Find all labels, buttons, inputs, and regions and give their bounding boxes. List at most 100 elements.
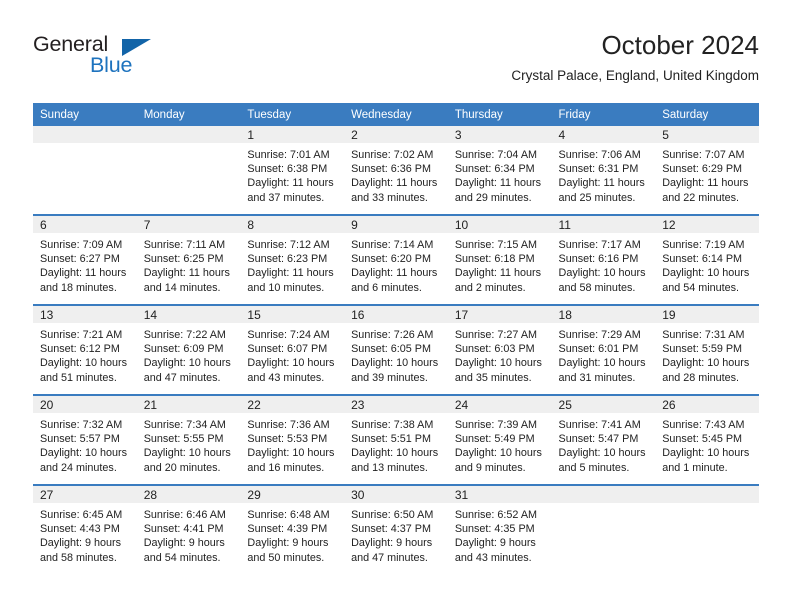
day-cell-inner: 1 Sunrise: 7:01 AM Sunset: 6:38 PM Daylight… — [240, 126, 345, 214]
sunset-text: Sunset: 6:12 PM — [40, 343, 120, 356]
day-cell-details: Sunrise: 7:12 AM Sunset: 6:23 PM Daylight:… — [240, 233, 344, 295]
day-cell-details: Sunrise: 7:14 AM Sunset: 6:20 PM Daylight:… — [344, 233, 448, 295]
sunset-text: Sunset: 6:27 PM — [40, 253, 120, 266]
calendar-day-cell[interactable]: 17 Sunrise: 7:27 AM Sunset: 6:03 PM Dayligh… — [447, 304, 552, 395]
calendar-week-row: 20 Sunrise: 7:32 AM Sunset: 5:57 PM Dayligh… — [33, 394, 759, 485]
day-cell-inner — [136, 126, 241, 214]
calendar-day-cell[interactable]: 19 Sunrise: 7:31 AM Sunset: 5:59 PM Dayligh… — [655, 304, 759, 395]
day-cell-details: Sunrise: 7:29 AM Sunset: 6:01 PM Daylight:… — [552, 323, 656, 385]
daylight-text-line2: and 58 minutes. — [558, 281, 636, 294]
title-block: October 2024 Crystal Palace, England, Un… — [511, 30, 759, 84]
calendar-day-cell[interactable]: 4 Sunrise: 7:06 AM Sunset: 6:31 PM Daylight… — [551, 126, 656, 215]
sunrise-text: Sunrise: 7:34 AM — [143, 419, 226, 431]
calendar-day-cell[interactable]: 8 Sunrise: 7:12 AM Sunset: 6:23 PM Daylight… — [240, 214, 345, 305]
day-cell-inner: 21 Sunrise: 7:34 AM Sunset: 5:55 PM Dayligh… — [136, 396, 241, 484]
calendar-day-cell[interactable]: 1 Sunrise: 7:01 AM Sunset: 6:38 PM Daylight… — [240, 126, 345, 215]
calendar-week-row: 1 Sunrise: 7:01 AM Sunset: 6:38 PM Daylight… — [33, 126, 759, 215]
daylight-text-line2: and 33 minutes. — [351, 191, 428, 204]
daylight-text-line1: Daylight: 10 hours — [662, 267, 750, 280]
weekday-header-saturday: Saturday — [655, 103, 759, 126]
daylight-text-line2: and 54 minutes. — [143, 551, 221, 564]
daylight-text-line1: Daylight: 10 hours — [558, 267, 646, 280]
day-cell-inner: 3 Sunrise: 7:04 AM Sunset: 6:34 PM Daylight… — [447, 126, 552, 214]
day-number: 12 — [655, 216, 759, 233]
calendar-day-cell[interactable]: 7 Sunrise: 7:11 AM Sunset: 6:25 PM Daylight… — [136, 214, 241, 305]
sunset-text: Sunset: 6:29 PM — [662, 163, 743, 176]
calendar-day-cell[interactable]: 31 Sunrise: 6:52 AM Sunset: 4:35 PM Dayligh… — [447, 484, 552, 574]
day-cell-inner: 26 Sunrise: 7:43 AM Sunset: 5:45 PM Dayligh… — [655, 396, 759, 484]
sunset-text: Sunset: 6:01 PM — [558, 343, 639, 356]
day-number: 23 — [344, 396, 448, 413]
weekday-header-tuesday: Tuesday — [240, 103, 345, 126]
daylight-text-line2: and 5 minutes. — [558, 461, 630, 474]
calendar-day-cell[interactable]: 18 Sunrise: 7:29 AM Sunset: 6:01 PM Dayligh… — [551, 304, 656, 395]
calendar-week-row: 27 Sunrise: 6:45 AM Sunset: 4:43 PM Dayligh… — [33, 484, 759, 574]
day-number: 17 — [447, 306, 552, 323]
sunset-text: Sunset: 6:03 PM — [454, 343, 535, 356]
daylight-text-line1: Daylight: 11 hours — [558, 177, 645, 190]
calendar-day-cell[interactable]: 20 Sunrise: 7:32 AM Sunset: 5:57 PM Dayligh… — [33, 394, 137, 485]
calendar-day-cell[interactable]: 13 Sunrise: 7:21 AM Sunset: 6:12 PM Dayligh… — [33, 304, 137, 395]
calendar-day-cell[interactable]: 26 Sunrise: 7:43 AM Sunset: 5:45 PM Dayligh… — [655, 394, 759, 485]
daylight-text-line2: and 16 minutes. — [247, 461, 325, 474]
day-number: 19 — [655, 306, 759, 323]
day-cell-details: Sunrise: 7:26 AM Sunset: 6:05 PM Daylight:… — [344, 323, 448, 385]
daylight-text-line2: and 10 minutes. — [247, 281, 325, 294]
sunset-text: Sunset: 6:07 PM — [247, 343, 328, 356]
calendar-day-cell[interactable]: 25 Sunrise: 7:41 AM Sunset: 5:47 PM Dayligh… — [551, 394, 656, 485]
sunset-text: Sunset: 5:53 PM — [247, 433, 328, 446]
daylight-text-line2: and 47 minutes. — [143, 371, 221, 384]
calendar-day-cell[interactable]: 6 Sunrise: 7:09 AM Sunset: 6:27 PM Daylight… — [33, 214, 137, 305]
general-blue-logo[interactable]: General Blue — [33, 32, 213, 90]
daylight-text-line2: and 28 minutes. — [662, 371, 740, 384]
calendar-day-cell[interactable]: 5 Sunrise: 7:07 AM Sunset: 6:29 PM Daylight… — [655, 126, 759, 215]
daylight-text-line2: and 18 minutes. — [40, 281, 117, 294]
calendar-empty-cell — [551, 484, 656, 574]
daylight-text-line1: Daylight: 10 hours — [247, 447, 335, 460]
calendar-day-cell[interactable]: 9 Sunrise: 7:14 AM Sunset: 6:20 PM Daylight… — [344, 214, 448, 305]
calendar-day-cell[interactable]: 24 Sunrise: 7:39 AM Sunset: 5:49 PM Dayligh… — [447, 394, 552, 485]
calendar-day-cell[interactable]: 27 Sunrise: 6:45 AM Sunset: 4:43 PM Dayligh… — [33, 484, 137, 574]
sunset-text: Sunset: 5:57 PM — [40, 433, 120, 446]
calendar-day-cell[interactable]: 14 Sunrise: 7:22 AM Sunset: 6:09 PM Dayligh… — [136, 304, 241, 395]
calendar-day-cell[interactable]: 21 Sunrise: 7:34 AM Sunset: 5:55 PM Dayligh… — [136, 394, 241, 485]
calendar-day-cell[interactable]: 12 Sunrise: 7:19 AM Sunset: 6:14 PM Dayligh… — [655, 214, 759, 305]
daylight-text-line1: Daylight: 11 hours — [247, 177, 334, 190]
weekday-header-friday: Friday — [551, 103, 656, 126]
daylight-text-line1: Daylight: 11 hours — [351, 177, 438, 190]
calendar-day-cell[interactable]: 15 Sunrise: 7:24 AM Sunset: 6:07 PM Dayligh… — [240, 304, 345, 395]
sunset-text: Sunset: 6:18 PM — [454, 253, 535, 266]
sunset-text: Sunset: 5:45 PM — [662, 433, 743, 446]
sunset-text: Sunset: 6:36 PM — [351, 163, 431, 176]
day-number: 1 — [240, 126, 345, 143]
day-cell-inner: 16 Sunrise: 7:26 AM Sunset: 6:05 PM Dayligh… — [344, 306, 448, 394]
calendar-day-cell[interactable]: 11 Sunrise: 7:17 AM Sunset: 6:16 PM Dayligh… — [551, 214, 656, 305]
calendar-day-cell[interactable]: 23 Sunrise: 7:38 AM Sunset: 5:51 PM Dayligh… — [344, 394, 448, 485]
sunset-text: Sunset: 6:23 PM — [247, 253, 328, 266]
daylight-text-line1: Daylight: 10 hours — [40, 357, 128, 370]
sunrise-text: Sunrise: 7:31 AM — [662, 329, 745, 341]
daylight-text-line1: Daylight: 11 hours — [454, 177, 542, 190]
daylight-text-line2: and 13 minutes. — [351, 461, 428, 474]
calendar-day-cell[interactable]: 3 Sunrise: 7:04 AM Sunset: 6:34 PM Daylight… — [447, 126, 552, 215]
calendar-day-cell[interactable]: 30 Sunrise: 6:50 AM Sunset: 4:37 PM Dayligh… — [344, 484, 448, 574]
day-cell-details: Sunrise: 7:39 AM Sunset: 5:49 PM Daylight:… — [448, 413, 552, 475]
sunrise-text: Sunrise: 7:19 AM — [662, 239, 745, 251]
calendar-day-cell[interactable]: 28 Sunrise: 6:46 AM Sunset: 4:41 PM Dayligh… — [136, 484, 241, 574]
sunset-text: Sunset: 5:55 PM — [143, 433, 224, 446]
sunrise-text: Sunrise: 7:29 AM — [558, 329, 641, 341]
calendar-day-cell[interactable]: 29 Sunrise: 6:48 AM Sunset: 4:39 PM Dayligh… — [240, 484, 345, 574]
calendar-day-cell[interactable]: 16 Sunrise: 7:26 AM Sunset: 6:05 PM Dayligh… — [344, 304, 448, 395]
weekday-header-sunday: Sunday — [33, 103, 137, 126]
daylight-text-line2: and 51 minutes. — [40, 371, 117, 384]
daylight-text-line2: and 39 minutes. — [351, 371, 428, 384]
day-number — [551, 486, 656, 503]
day-number: 16 — [344, 306, 448, 323]
daylight-text-line2: and 58 minutes. — [40, 551, 117, 564]
calendar-day-cell[interactable]: 10 Sunrise: 7:15 AM Sunset: 6:18 PM Dayligh… — [447, 214, 552, 305]
calendar-day-cell[interactable]: 2 Sunrise: 7:02 AM Sunset: 6:36 PM Daylight… — [344, 126, 448, 215]
day-cell-inner: 18 Sunrise: 7:29 AM Sunset: 6:01 PM Dayligh… — [551, 306, 656, 394]
day-number: 25 — [551, 396, 656, 413]
day-cell-details: Sunrise: 6:50 AM Sunset: 4:37 PM Daylight:… — [344, 503, 448, 565]
calendar-day-cell[interactable]: 22 Sunrise: 7:36 AM Sunset: 5:53 PM Dayligh… — [240, 394, 345, 485]
